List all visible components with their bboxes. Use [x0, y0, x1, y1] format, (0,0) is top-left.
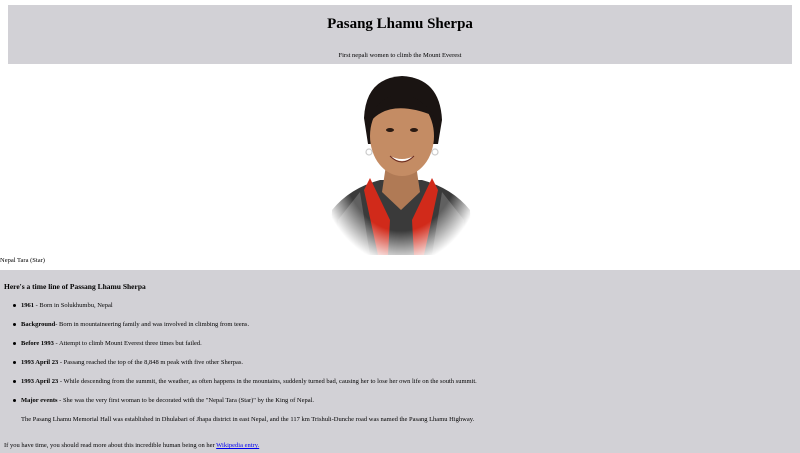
- item-text: - She was the very first woman to be dec…: [57, 397, 315, 404]
- wikipedia-link[interactable]: Wikipedia entry.: [216, 442, 259, 449]
- portrait-image: [330, 70, 472, 255]
- timeline-section: Here's a time line of Passang Lhamu Sher…: [0, 270, 800, 453]
- list-item: Background- Born in mountaineering famil…: [13, 321, 250, 328]
- timeline-heading: Here's a time line of Passang Lhamu Sher…: [4, 282, 146, 291]
- item-text: - Born in mountaineering family and was …: [55, 321, 250, 328]
- item-label: Major events: [21, 397, 58, 404]
- item-label: Background: [21, 321, 56, 328]
- bullet-icon: [13, 380, 16, 383]
- list-item: Major events - She was the very first wo…: [13, 397, 315, 404]
- list-item: 1993 April 23 - Passang reached the top …: [13, 359, 244, 366]
- page-title: Pasang Lhamu Sherpa: [327, 16, 473, 32]
- item-label: Before 1993: [21, 340, 54, 347]
- portrait-caption: Nepal Tara (Star): [0, 257, 45, 264]
- bullet-icon: [13, 361, 16, 364]
- bullet-icon: [13, 304, 16, 307]
- memorial-note: The Pasang Lhamu Memorial Hall was estab…: [21, 416, 475, 423]
- list-item: 1993 April 23 - While descending from th…: [13, 378, 477, 385]
- list-item: Before 1993 - Attempt to climb Mount Eve…: [13, 340, 202, 347]
- bullet-icon: [13, 342, 16, 345]
- item-text: - Attempt to climb Mount Everest three t…: [53, 340, 202, 347]
- item-text: - While descending from the summit, the …: [58, 378, 477, 385]
- page-subtitle: First nepali women to climb the Mount Ev…: [338, 52, 462, 59]
- bullet-icon: [13, 399, 16, 402]
- title-banner: Pasang Lhamu Sherpa First nepali women t…: [8, 5, 792, 64]
- list-item: 1961 - Born in Solukhumbu, Nepal: [13, 302, 113, 309]
- item-label: 1993 April 23: [21, 359, 59, 366]
- footer-text: If you have time, you should read more a…: [4, 442, 259, 449]
- bullet-icon: [13, 323, 16, 326]
- item-label: 1961: [21, 302, 34, 309]
- footer-sentence: If you have time, you should read more a…: [4, 442, 217, 449]
- item-text: - Passang reached the top of the 8,848 m…: [58, 359, 244, 366]
- item-label: 1993 April 23: [21, 378, 59, 385]
- item-text: - Born in Solukhumbu, Nepal: [34, 302, 113, 309]
